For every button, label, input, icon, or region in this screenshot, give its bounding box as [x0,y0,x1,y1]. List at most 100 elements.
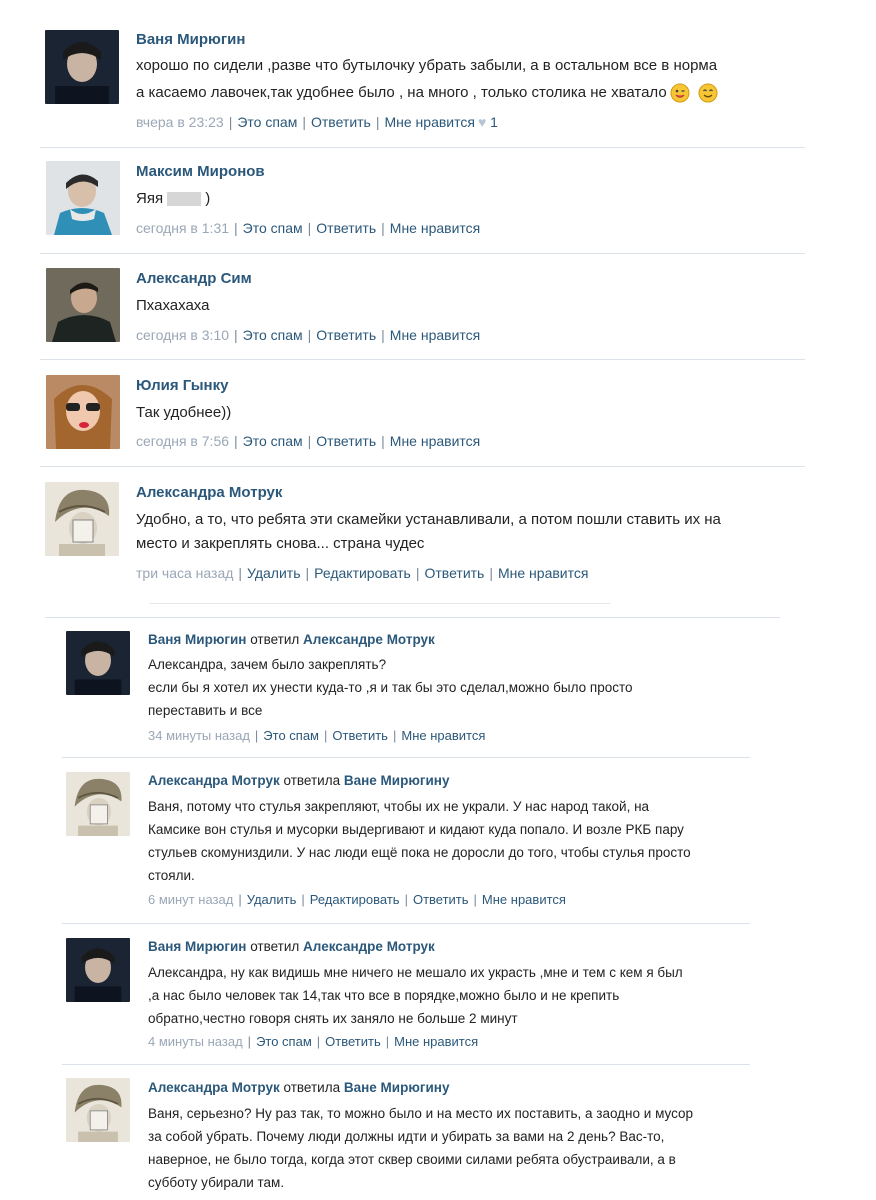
reply-author-line: Александра Мотрук ответила Ване Мирюгину [148,773,449,788]
reply-author[interactable]: Ваня Мирюгин [148,632,246,647]
comment-meta: сегодня в 3:10 | Это спам | Ответить | Мне нра… [136,327,480,343]
reply-link[interactable]: Ответить [332,728,388,743]
separator: | [305,565,310,581]
reply-text-line: стульев скомуниздили. У нас люди ещё пок… [148,845,691,860]
reply-link[interactable]: Ответить [311,114,371,130]
reply-target[interactable]: Ване Мирюгину [344,773,450,788]
spam-link[interactable]: Это спам [256,1034,312,1049]
like-link[interactable]: Мне нравится [482,892,566,907]
separator: | [234,220,238,236]
comment-date[interactable]: сегодня в 3:10 [136,327,229,343]
avatar[interactable] [66,631,130,695]
comment-author[interactable]: Максим Миронов [136,163,265,180]
heart-icon[interactable]: ♥ [478,114,486,130]
reply-author[interactable]: Александра Мотрук [148,1080,280,1095]
reply-text-line: субботу убирали там. [148,1175,285,1190]
comment-meta: сегодня в 1:31 | Это спам | Ответить | Мне нра… [136,220,480,236]
comment-text-line: хорошо по сидели ,разве что бутылочку уб… [136,57,718,74]
reply-link[interactable]: Ответить [316,433,376,449]
reply-verb: ответил [250,939,300,954]
comment-date[interactable]: вчера в 23:23 [136,114,224,130]
separator: | [392,728,397,743]
like-link[interactable]: Мне нравится [390,433,480,449]
separator: | [301,892,305,907]
separator: | [228,114,233,130]
reply-verb: ответил [250,632,300,647]
edit-link[interactable]: Редактировать [310,892,400,907]
separator: | [375,114,380,130]
separator: | [234,327,238,343]
like-link[interactable]: Мне нравится [401,728,485,743]
reply-text-line: Ваня, серьезно? Ну раз так, то можно был… [148,1106,694,1121]
comment-date[interactable]: три часа назад [136,565,233,581]
like-link[interactable]: Мне нравится [384,114,474,130]
spam-link[interactable]: Это спам [237,114,297,130]
like-link[interactable]: Мне нравится [394,1034,478,1049]
comment-text: ) [205,190,211,207]
edit-link[interactable]: Редактировать [314,565,411,581]
comment-author[interactable]: Александра Мотрук [136,484,282,501]
comment-meta: три часа назад | Удалить | Редактировать | Отв… [136,565,588,581]
avatar[interactable] [66,772,130,836]
reply-date[interactable]: 34 минуты назад [148,728,250,743]
separator: | [415,565,420,581]
avatar[interactable] [66,938,130,1002]
delete-link[interactable]: Удалить [247,565,300,581]
smile-emoji-icon [698,83,718,103]
delete-link[interactable]: Удалить [247,892,297,907]
reply-meta: 4 минуты назад | Это спам | Ответить | Мне нра… [148,1034,478,1049]
separator: | [302,114,306,130]
reply-verb: ответила [283,773,341,788]
reply-target[interactable]: Александре Мотрук [303,939,435,954]
like-count: 1 [490,114,498,130]
comment-text-line: Так удобнее)) [136,404,232,421]
reply-link[interactable]: Ответить [316,327,376,343]
separator: | [381,433,385,449]
avatar[interactable] [46,268,120,342]
separator: | [473,892,477,907]
reply-text-line: Александра, зачем было закреплять? [148,657,387,672]
like-link[interactable]: Мне нравится [390,220,480,236]
separator: | [324,728,328,743]
reply-link[interactable]: Ответить [325,1034,381,1049]
separator: | [316,1034,321,1049]
comment-author[interactable]: Ваня Мирюгин [136,31,245,48]
reply-text-line: стояли. [148,868,195,883]
reply-link[interactable]: Ответить [316,220,376,236]
spam-link[interactable]: Это спам [263,728,319,743]
reply-meta: 34 минуты назад | Это спам | Ответить | Мне нр… [148,728,485,743]
reply-link[interactable]: Ответить [413,892,469,907]
like-link[interactable]: Мне нравится [498,565,588,581]
like-link[interactable]: Мне нравится [390,327,480,343]
spam-link[interactable]: Это спам [243,220,303,236]
reply-target[interactable]: Александре Мотрук [303,632,435,647]
reply-date[interactable]: 6 минут назад [148,892,233,907]
reply-author[interactable]: Александра Мотрук [148,773,280,788]
comment-date[interactable]: сегодня в 7:56 [136,433,229,449]
spam-link[interactable]: Это спам [243,327,303,343]
reply-author-line: Ваня Мирюгин ответил Александре Мотрук [148,632,435,647]
reply-text-line: если бы я хотел их унести куда-то ,я и т… [148,680,633,695]
comment-date[interactable]: сегодня в 1:31 [136,220,229,236]
reply-text-line: наверное, не было тогда, когда этот скве… [148,1152,676,1167]
avatar[interactable] [45,30,119,104]
separator: | [381,220,385,236]
reply-link[interactable]: Ответить [425,565,485,581]
spam-link[interactable]: Это спам [243,433,303,449]
comment-author[interactable]: Юлия Гынку [136,377,228,394]
comment-author[interactable]: Александр Сим [136,270,252,287]
comment-text-line: место и закреплять снова... страна чудес [136,535,425,552]
separator: | [404,892,408,907]
reply-date[interactable]: 4 минуты назад [148,1034,243,1049]
cropped-edge [150,603,610,604]
reply-author[interactable]: Ваня Мирюгин [148,939,246,954]
avatar[interactable] [46,161,120,235]
reply-author-line: Ваня Мирюгин ответил Александре Мотрук [148,939,435,954]
avatar[interactable] [46,375,120,449]
separator: | [238,565,243,581]
reply-target[interactable]: Ване Мирюгину [344,1080,450,1095]
blurred-content [167,192,202,207]
separator: | [489,565,493,581]
avatar[interactable] [66,1078,130,1142]
avatar[interactable] [45,482,119,556]
